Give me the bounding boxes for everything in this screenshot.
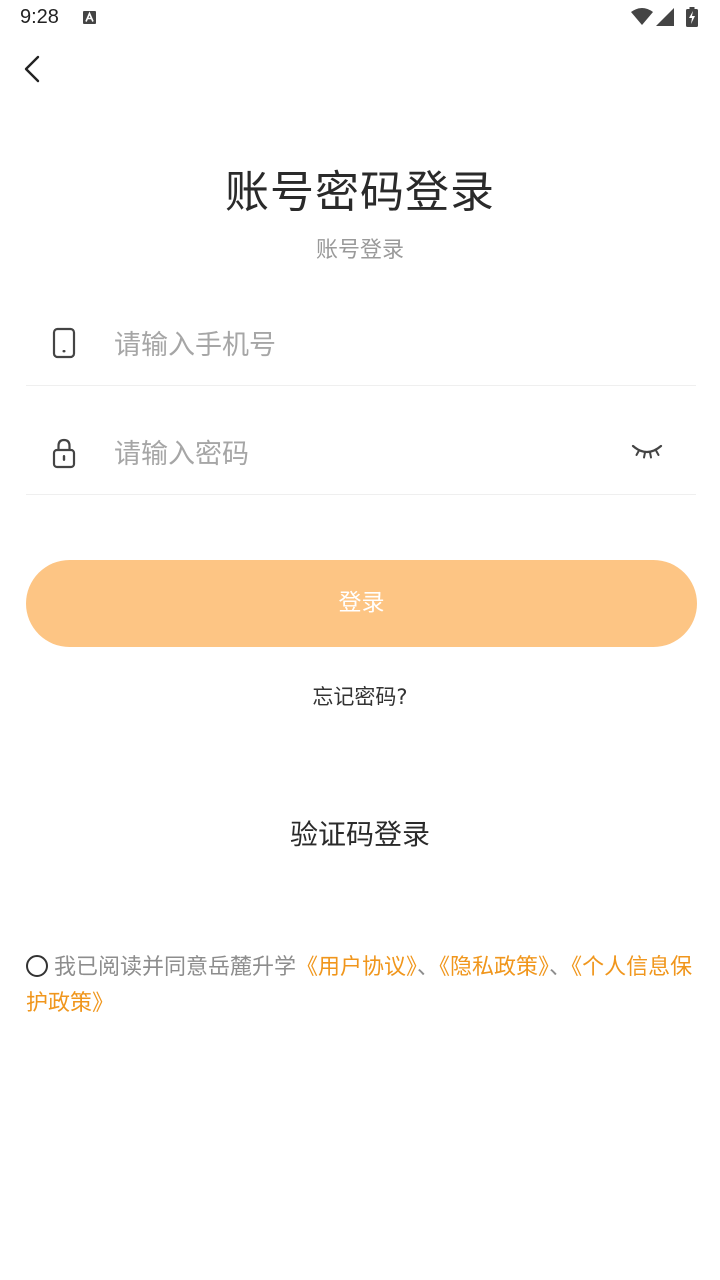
page-title: 账号密码登录 [225, 167, 495, 218]
login-button[interactable]: 登录 [26, 560, 697, 647]
login-page: 9:28 账号密码登录 账号登录 请输入手机号 登录 忘记密码? 验证码登录 我… [0, 0, 720, 1280]
page-subtitle: 账号登录 [315, 238, 404, 263]
password-input[interactable] [114, 432, 594, 476]
forgot-password-link[interactable]: 忘记密码? [0, 681, 720, 711]
back-button[interactable] [16, 50, 56, 90]
phone-input[interactable] [114, 323, 594, 367]
status-time: 9:28 [20, 6, 59, 28]
user-agreement-link[interactable]: 《用户协议》 [296, 955, 417, 980]
status-bar: 9:28 [0, 0, 720, 40]
password-field-row [26, 414, 696, 495]
lock-icon [52, 438, 76, 469]
agree-radio[interactable] [26, 955, 48, 977]
sms-code-login-link[interactable]: 验证码登录 [0, 813, 720, 853]
signal-icon [656, 8, 674, 26]
accessibility-notification-icon [83, 11, 96, 24]
phone-field-row [26, 305, 696, 386]
chevron-left-icon [24, 55, 40, 83]
agreement-prefix: 我已阅读并同意岳麓升学 [54, 955, 297, 980]
privacy-policy-link[interactable]: 《隐私政策》 [439, 955, 549, 980]
agreement-separator: 、 [417, 955, 440, 980]
wifi-icon [631, 8, 653, 25]
phone-icon [52, 327, 76, 359]
eye-closed-icon[interactable] [630, 438, 664, 462]
agreement-separator: 、 [549, 955, 572, 980]
agreement-text: 我已阅读并同意岳麓升学《用户协议》、《隐私政策》、《个人信息保护政策》 [26, 950, 696, 1022]
battery-charging-icon [686, 7, 698, 27]
